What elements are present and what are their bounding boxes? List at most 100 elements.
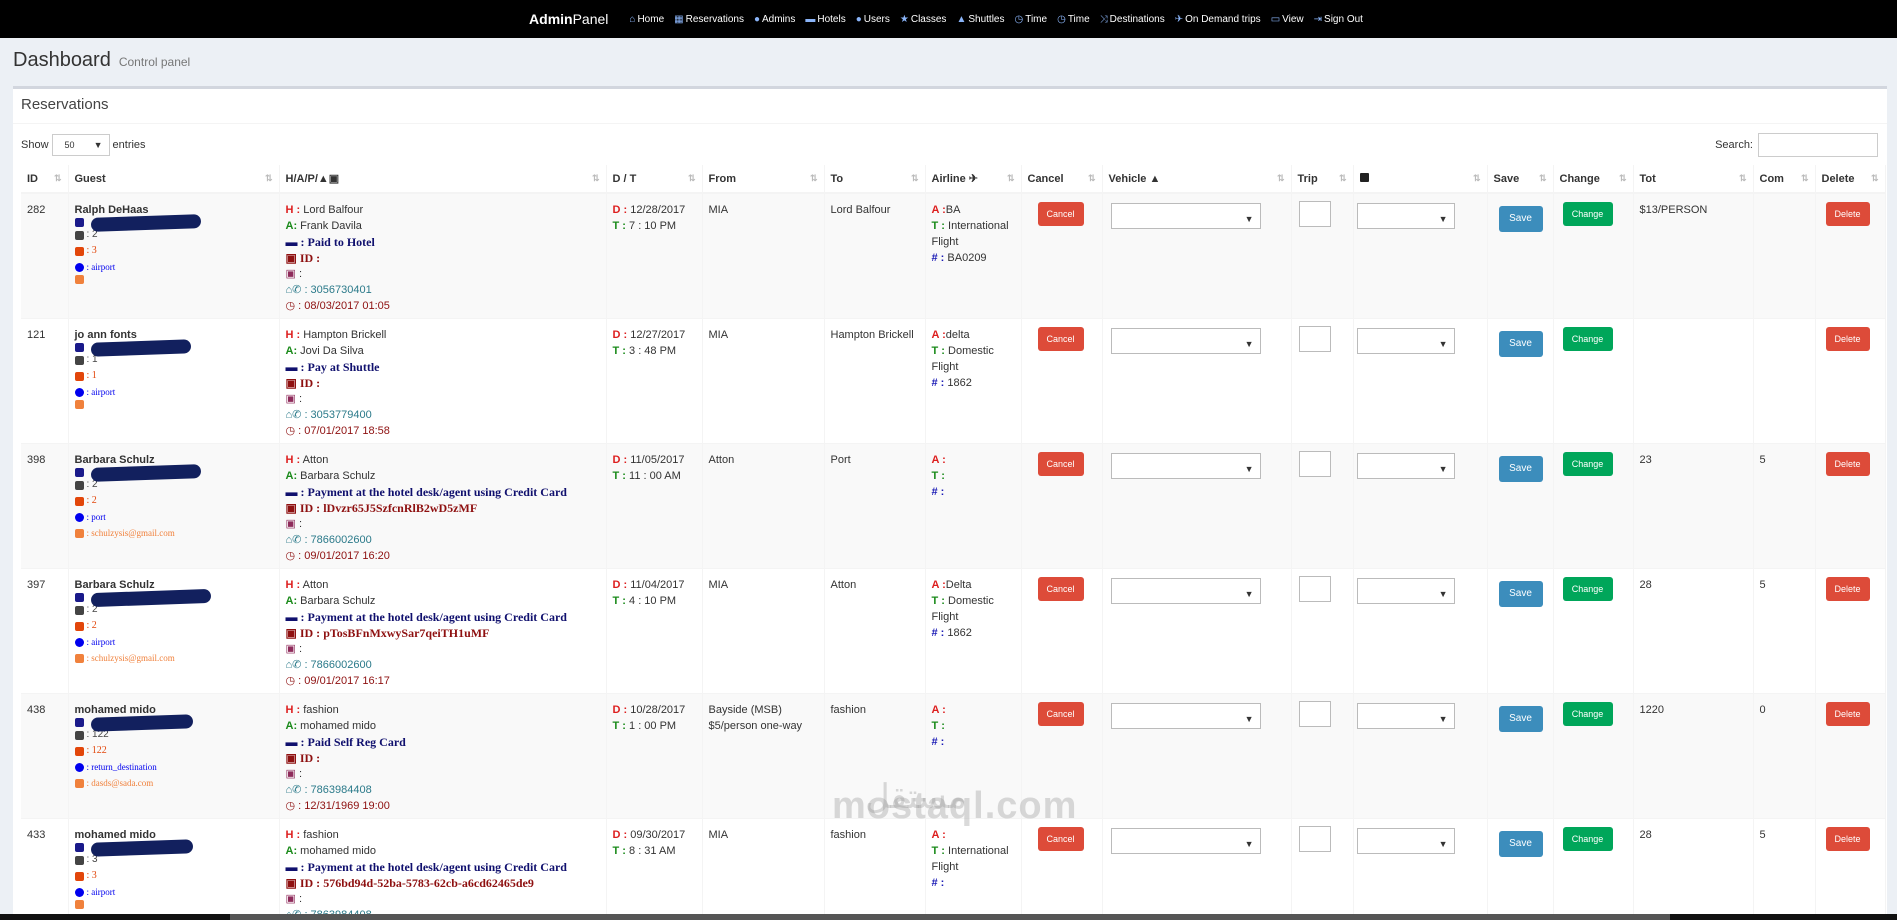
brand-logo[interactable]: AdminPanel [529,11,608,27]
column-header[interactable]: ⇅ [1353,165,1488,194]
change-button[interactable]: Change [1562,452,1613,476]
cancel-button[interactable]: Cancel [1037,452,1084,476]
delete-button[interactable]: Delete [1825,452,1870,476]
search-input[interactable] [1758,133,1878,157]
email-icon [74,653,84,663]
nav-item-time[interactable]: ◷ Time [1014,14,1047,25]
nav-item-classes[interactable]: ★ Classes [900,14,947,25]
save-button[interactable]: Save [1498,581,1543,607]
column-header[interactable]: Change ⇅ [1553,165,1634,194]
users-icon [74,355,84,365]
suitcase-icon [74,871,84,881]
nav-item-hotels[interactable]: ▬ Hotels [805,14,845,25]
vehicle-select[interactable]: ▼ [1110,203,1261,229]
column-header[interactable]: H/A/P/▲▣ ⇅ [279,165,607,194]
column-header[interactable]: Delete ⇅ [1815,165,1886,194]
column-header[interactable]: Trip ⇅ [1291,165,1354,194]
column-header[interactable]: Guest ⇅ [68,165,280,194]
trip-input[interactable] [1298,451,1331,477]
change-button[interactable]: Change [1562,702,1613,726]
nav-item-view[interactable]: ▭ View [1271,14,1304,25]
column-label: D / T [612,172,637,185]
cancel-button[interactable]: Cancel [1037,827,1084,851]
nav-item-label: Reservations [685,13,744,25]
cell-delete: Delete [1815,318,1886,444]
cell-delete: Delete [1815,818,1886,920]
column-header[interactable]: Airline ✈ ⇅ [925,165,1022,194]
cell-hap: H : fashion A: mohamed mido ▬ : Paid Sel… [279,693,607,819]
trip-input[interactable] [1298,826,1331,852]
scrollbar-thumb[interactable] [230,914,1670,920]
column-header[interactable]: D / T ⇅ [606,165,703,194]
status-select[interactable]: ▼ [1356,453,1455,479]
status-select[interactable]: ▼ [1356,328,1455,354]
save-button[interactable]: Save [1498,206,1543,232]
cancel-button[interactable]: Cancel [1037,702,1084,726]
column-header[interactable]: Tot ⇅ [1633,165,1754,194]
vehicle-select[interactable]: ▼ [1110,453,1261,479]
cell-change: Change [1553,318,1634,444]
column-header[interactable]: To ⇅ [824,165,926,194]
save-button[interactable]: Save [1498,831,1543,857]
vehicle-select[interactable]: ▼ [1110,328,1261,354]
column-header[interactable]: Com ⇅ [1753,165,1816,194]
user-icon [74,218,84,227]
trip-input[interactable] [1298,326,1331,352]
nav-item-admins[interactable]: ● Admins [754,14,795,25]
vehicle-select[interactable]: ▼ [1110,703,1261,729]
cell-tot [1633,318,1754,444]
nav-item-destinations[interactable]: ⤨ Destinations [1100,14,1165,25]
save-button[interactable]: Save [1498,456,1543,482]
nav-item-sign-out[interactable]: ⇥ Sign Out [1314,14,1363,25]
cancel-button[interactable]: Cancel [1037,577,1084,601]
page-length-select[interactable]: 50 ▼ [51,134,110,156]
nav-item-shuttles[interactable]: ▲ Shuttles [956,14,1004,25]
trip-input[interactable] [1298,701,1331,727]
nav-item-reservations[interactable]: ▦ Reservations [674,14,744,25]
change-button[interactable]: Change [1562,202,1613,226]
column-header[interactable]: ID ⇅ [21,165,69,194]
save-button[interactable]: Save [1498,706,1543,732]
nav-item-home[interactable]: ⌂ Home [629,14,664,25]
guest-bags: : 2 [74,493,273,509]
users-icon [74,605,84,615]
vehicle-select[interactable]: ▼ [1110,578,1261,604]
column-header[interactable]: From ⇅ [702,165,825,194]
cell-vehicle: ▼ [1102,443,1292,569]
nav-item-users[interactable]: ● Users [856,14,890,25]
delete-button[interactable]: Delete [1825,827,1870,851]
sort-icon: ⇅ [1006,173,1015,183]
save-button[interactable]: Save [1498,331,1543,357]
status-select[interactable]: ▼ [1356,203,1455,229]
delete-button[interactable]: Delete [1825,327,1870,351]
nav-item-time[interactable]: ◷ Time [1057,14,1090,25]
cancel-button[interactable]: Cancel [1037,202,1084,226]
cell-trip [1291,192,1354,319]
cell-tot: 28 [1633,818,1754,920]
caret-down-icon: ▼ [1438,339,1448,349]
delete-button[interactable]: Delete [1825,202,1870,226]
status-select[interactable]: ▼ [1356,828,1455,854]
change-button[interactable]: Change [1562,327,1613,351]
change-button[interactable]: Change [1562,827,1613,851]
user-icon: ▲ [317,173,329,185]
delete-button[interactable]: Delete [1825,577,1870,601]
cell-id: 121 [21,318,69,444]
created-line: ◷ : 12/31/1969 19:00 [285,800,390,812]
status-select[interactable]: ▼ [1356,703,1455,729]
cancel-button[interactable]: Cancel [1037,327,1084,351]
id-card-icon: ▣ [285,876,297,890]
delete-button[interactable]: Delete [1825,702,1870,726]
column-header[interactable]: Vehicle ▲ ⇅ [1102,165,1292,194]
sort-icon: ⇅ [1538,173,1547,183]
column-header[interactable]: Cancel ⇅ [1021,165,1103,194]
trip-input[interactable] [1298,576,1331,602]
status-select[interactable]: ▼ [1356,578,1455,604]
trip-input[interactable] [1298,201,1331,227]
column-header[interactable]: Save ⇅ [1487,165,1554,194]
caret-down-icon: ▼ [1438,839,1448,849]
horizontal-scrollbar[interactable] [0,914,1897,920]
change-button[interactable]: Change [1562,577,1613,601]
vehicle-select[interactable]: ▼ [1110,828,1261,854]
nav-item-on-demand-trips[interactable]: ✈ On Demand trips [1175,14,1261,25]
